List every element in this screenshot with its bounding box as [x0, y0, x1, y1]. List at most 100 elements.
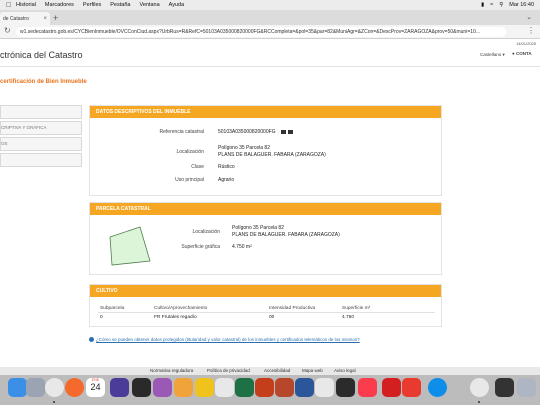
footer-link-mapa-web[interactable]: Mapa web: [302, 368, 323, 373]
calendar-day: 24: [90, 382, 101, 392]
keynote-icon[interactable]: [132, 378, 151, 397]
more-menu-icon[interactable]: ⋮: [527, 26, 535, 35]
running-indicator: [53, 401, 55, 403]
parcel-loc-line1: Polígono 35 Parcela 82: [232, 225, 284, 231]
panel-header: DATOS DESCRIPTIVOS DEL INMUEBLE: [90, 106, 441, 118]
column-header: Superficie m²: [342, 306, 371, 311]
parcel-loc-label: Localización: [192, 229, 220, 235]
page-heading: certificación de Bien Inmueble: [0, 79, 87, 85]
footer-link-aviso-legal[interactable]: Aviso legal: [334, 368, 356, 373]
protected-data-link[interactable]: ¿Cómo se pueden obtener datos protegidos…: [89, 337, 360, 343]
panel-header: PARCELA CATASTRAL: [90, 203, 441, 215]
panel-cultivo: CULTIVO Subparcela Cultivo/Aprovechamien…: [89, 284, 442, 327]
calendar-icon[interactable]: ENE 24: [86, 378, 105, 397]
print-icon[interactable]: [287, 129, 293, 134]
tab-label: de Catastro: [3, 15, 29, 22]
person-icon: ●: [512, 51, 515, 56]
tab-strip: de Catastro × + ⌄: [0, 10, 540, 25]
ref-label: Referencia catastral: [159, 129, 204, 135]
chevron-down-icon: ▾: [502, 52, 505, 57]
table-header: Subparcela Cultivo/Aprovechamiento Inten…: [98, 304, 435, 313]
new-tab-icon[interactable]: +: [53, 13, 58, 23]
powerpoint-icon[interactable]: [255, 378, 274, 397]
app-icon[interactable]: [153, 378, 172, 397]
photos-icon[interactable]: [215, 378, 234, 397]
word-icon[interactable]: [295, 378, 314, 397]
class-label: Clase: [191, 164, 204, 170]
chevron-down-icon[interactable]: ⌄: [526, 13, 532, 21]
powerpoint-icon[interactable]: [275, 378, 294, 397]
excel-icon[interactable]: [235, 378, 254, 397]
parcel-loc-line2: PLANS DE BALAGUER. FABARA (ZARAGOZA): [232, 232, 340, 238]
use-label: Uso principal: [175, 177, 204, 183]
ref-value-wrap: 50103A035000820000FG: [218, 129, 293, 135]
footer-link-privacidad[interactable]: Política de privacidad: [207, 368, 250, 373]
menu-item-marcadores[interactable]: Marcadores: [45, 2, 74, 8]
chrome-icon[interactable]: [45, 378, 64, 397]
settings-icon[interactable]: [336, 378, 355, 397]
panel-datos-descriptivos: DATOS DESCRIPTIVOS DEL INMUEBLE Referenc…: [89, 105, 442, 196]
loc-label: Localización: [176, 149, 204, 155]
star-app-icon[interactable]: [110, 378, 129, 397]
column-header: Cultivo/Aprovechamiento: [154, 306, 208, 311]
parcel-area-value: 4.750 m²: [232, 244, 252, 250]
app-icon[interactable]: [315, 378, 334, 397]
table-cell: FR Frutales regadío: [154, 315, 197, 320]
side-nav-item-descriptiva[interactable]: CRIPTIVA Y GRÁFICA: [0, 121, 82, 135]
preview-icon[interactable]: [517, 378, 536, 397]
reload-icon[interactable]: ↻: [4, 26, 11, 35]
address-bar[interactable]: w1.sedecatastro.gob.es/CYCBienInmueble/O…: [16, 27, 506, 37]
tab-catastro[interactable]: de Catastro ×: [0, 12, 50, 25]
site-footer: Normativa reguladora Política de privaci…: [0, 367, 540, 375]
divider: [0, 66, 540, 67]
music-icon[interactable]: [358, 378, 377, 397]
cultivo-table: Subparcela Cultivo/Aprovechamiento Inten…: [98, 304, 435, 323]
loc-line2: PLANS DE BALAGUER. FABARA (ZARAGOZA): [218, 152, 326, 158]
teamviewer-icon[interactable]: [428, 378, 447, 397]
protected-data-link-text: ¿Cómo se pueden obtener datos protegidos…: [96, 337, 360, 342]
page-content: ctrónica del Catastro 14/01/2025 Castell…: [0, 39, 540, 367]
parcel-area-label: Superficie gráfica: [181, 244, 220, 250]
battery-icon[interactable]: ▮: [481, 2, 484, 8]
running-indicator: [478, 401, 480, 403]
menu-item-pestana[interactable]: Pestaña: [110, 2, 130, 8]
menu-item-ayuda[interactable]: Ayuda: [169, 2, 185, 8]
clock[interactable]: Mar 16:40: [509, 2, 534, 8]
chrome-icon[interactable]: [470, 378, 489, 397]
question-icon: [89, 337, 94, 343]
menu-item-historial[interactable]: Historial: [16, 2, 36, 8]
side-nav-item-datos[interactable]: OS: [0, 137, 82, 151]
copy-icon[interactable]: [280, 129, 286, 134]
acrobat-icon[interactable]: [402, 378, 421, 397]
notes-icon[interactable]: [195, 378, 214, 397]
app-icon[interactable]: [174, 378, 193, 397]
date-stamp: 14/01/2025: [515, 41, 536, 46]
finder-icon[interactable]: [8, 378, 27, 397]
menu-item-ventana[interactable]: Ventana: [139, 2, 159, 8]
table-cell: 4.750: [342, 315, 355, 320]
language-label: Castellano: [480, 52, 502, 57]
use-value: Agrario: [218, 177, 235, 183]
table-cell: 00: [269, 315, 275, 320]
wifi-icon[interactable]: ≈: [490, 2, 493, 8]
column-header: Intensidad Productiva: [269, 306, 316, 311]
ref-value: 50103A035000820000FG: [218, 129, 276, 135]
menu-item-perfiles[interactable]: Perfiles: [83, 2, 101, 8]
language-select[interactable]: Castellano ▾: [480, 52, 505, 58]
contact-link[interactable]: ● CONTA: [512, 51, 532, 56]
quicktime-icon[interactable]: [495, 378, 514, 397]
close-icon[interactable]: ×: [43, 16, 47, 22]
apple-icon[interactable]: : [6, 2, 16, 9]
search-icon[interactable]: ⚲: [499, 2, 503, 8]
footer-link-accesibilidad[interactable]: Accesibilidad: [264, 368, 290, 373]
side-nav-item-1[interactable]: [0, 105, 82, 119]
panel-header: CULTIVO: [90, 285, 441, 297]
table-cell: 0: [100, 315, 103, 320]
panel-parcela-catastral: PARCELA CATASTRAL Localización Polígono …: [89, 202, 442, 275]
contact-label: CONTA: [515, 51, 532, 56]
acrobat-icon[interactable]: [382, 378, 401, 397]
firefox-icon[interactable]: [65, 378, 84, 397]
footer-link-normativa[interactable]: Normativa reguladora: [150, 368, 193, 373]
launchpad-icon[interactable]: [26, 378, 45, 397]
side-nav-item-4[interactable]: [0, 153, 82, 167]
